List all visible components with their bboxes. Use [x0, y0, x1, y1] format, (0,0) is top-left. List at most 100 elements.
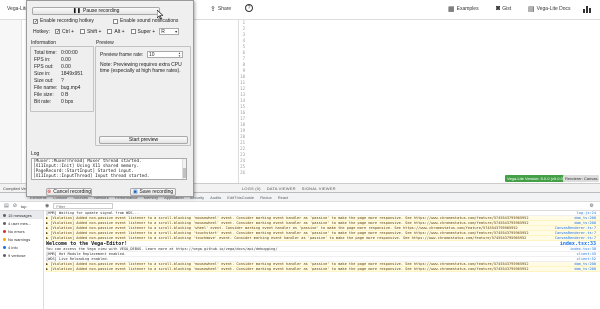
tab-audits[interactable]: Audits [210, 195, 221, 200]
preview-note: Note: Previewing requires extra CPU time… [100, 62, 182, 74]
console-sidebar-item[interactable]: 4 user mes... [0, 219, 43, 227]
console-sidebar-label: 15 messages [8, 212, 32, 218]
mode-dropdown[interactable]: Vega-Lite [7, 6, 28, 12]
save-recording-button[interactable]: ▣ Save recording [130, 188, 176, 196]
console-message-text: ▶ [Violation] Added non-passive event li… [46, 221, 529, 225]
app-name: Vega-Lite [7, 6, 29, 12]
info-row: File name: bug.mp4 [34, 84, 83, 91]
info-row: Size out:? [34, 77, 83, 84]
save-icon: ▣ [132, 189, 138, 195]
info-row: Bit rate: 0 bps [34, 98, 83, 105]
message-type-icon [3, 253, 6, 257]
info-value: 0.00 [61, 56, 71, 63]
console-sidebar-item[interactable]: 15 messages [0, 211, 43, 219]
console-sidebar-item[interactable]: No warnings [0, 235, 43, 243]
recorder-log[interactable]: [Muxer::MuxerThread] Muxer thread starte… [31, 158, 187, 180]
shift-checkbox[interactable] [80, 29, 86, 34]
enable-hotkey-checkbox[interactable]: ✓ Enable recording hotkey [33, 18, 94, 24]
help-button[interactable]: ? [245, 4, 253, 12]
message-type-icon [3, 221, 6, 225]
share-button[interactable]: ⇪ Share [210, 5, 231, 13]
enable-hotkey-label: Enable recording hotkey [40, 18, 94, 24]
eye-icon[interactable]: ◉ [45, 203, 49, 209]
console-sidebar-item[interactable]: 4 info [0, 243, 43, 251]
examples-button[interactable]: ▦ Examples [448, 5, 479, 13]
mouse-cursor-icon [156, 9, 164, 20]
ctrl-checkbox[interactable]: ✓ [54, 29, 60, 35]
preview-rate-spinbox[interactable]: 10 ▲ ▼ [147, 51, 183, 58]
enable-sound-checkbox[interactable]: Enable sound notifications [113, 18, 178, 24]
context-select[interactable]: top [21, 204, 41, 209]
console-sidebar: 15 messages 4 user mes... No errors No warn… [0, 211, 44, 309]
scroll-thumb[interactable] [183, 168, 186, 178]
start-preview-label: Start preview [128, 137, 159, 143]
start-preview-button[interactable]: Start preview [99, 136, 188, 144]
console-message-text: ▶ [Violation] Added non-passive event li… [46, 267, 529, 271]
chevron-down-icon: ▾ [175, 29, 178, 34]
log-line: [X11Input::InputThread] Input thread sta… [33, 174, 150, 179]
console-toolbar: ▤ ⊘ top ◉ ⚙ [0, 202, 600, 211]
preview-rate-label: Preview frame rate: [100, 52, 144, 58]
info-key: File size: [34, 91, 54, 98]
tab-logs[interactable]: LOGS (0) [242, 186, 261, 191]
tab-redux[interactable]: Redux [260, 195, 272, 200]
save-label: Save recording [139, 189, 174, 195]
info-key: Total time: [34, 49, 57, 56]
console-sidebar-item[interactable]: 9 verbose [0, 251, 43, 259]
console-sidebar-item[interactable]: No errors [0, 227, 43, 235]
share-icon: ⇪ [210, 6, 216, 13]
console-message-text: You can access the Vega view with VEGA_D… [46, 247, 278, 251]
console-source-link[interactable]: dom_ts:200 [572, 267, 596, 271]
cancel-recording-button[interactable]: ⊗ Cancel recording [46, 188, 92, 196]
info-key: FPS in: [34, 56, 51, 63]
info-row: File size: 0 B [34, 91, 83, 98]
console-filter-input[interactable] [53, 203, 114, 209]
checkbox-box [113, 18, 118, 24]
console-message-text: [WDS] Live Reloading enabled. [46, 257, 109, 261]
cancel-label: Cancel recording [53, 189, 92, 195]
super-label: Super + [137, 28, 156, 35]
log-scrollbar[interactable] [182, 159, 186, 179]
info-list: Total time: 0:00:00 FPS in: 0.00 FPS out: 0.0… [34, 49, 83, 105]
hotkey-key-value: R [161, 28, 165, 35]
line-number: 26 [240, 170, 245, 175]
tab-data-viewer[interactable]: DATA VIEWER [267, 186, 296, 191]
console-message-text: ▶ [Violation] Added non-passive event li… [46, 226, 518, 230]
info-value: bug.mp4 [61, 84, 81, 91]
preview-group: Preview frame rate: 10 ▲ ▼ Note: Previewi… [95, 46, 191, 146]
sidebar-toggle-icon[interactable]: ▤ [4, 203, 9, 209]
tab-signal-viewer[interactable]: SIGNAL VIEWER [302, 186, 336, 191]
console-sidebar-label: 9 verbose [8, 252, 26, 258]
tab-editthiscookie[interactable]: EditThisCookie [227, 195, 254, 200]
hotkey-row: Hotkey: ✓ Ctrl + Shift + Alt + Super + R… [33, 28, 180, 35]
info-row: Size in: 1849x951 [34, 70, 83, 77]
compiled-label: Compiled Veg [3, 186, 28, 191]
renderer-badge[interactable]: Renderer: Canvas [563, 175, 600, 182]
info-value: 0:00:00 [61, 49, 78, 56]
devtools-panel: Elements Console Sources Network Perform… [0, 192, 600, 309]
tab-react[interactable]: React [278, 195, 288, 200]
visualization-pane [238, 20, 600, 183]
super-checkbox[interactable] [130, 29, 136, 34]
hotkey-key-select[interactable]: R ▾ [159, 28, 180, 35]
console-message[interactable]: ▶ [Violation] Added non-passive event li… [46, 267, 600, 272]
gist-button[interactable]: ◙ Gist [496, 5, 511, 12]
alt-checkbox[interactable] [107, 29, 113, 34]
settings-gear-icon[interactable]: ⚙ [590, 203, 594, 209]
spec-editor-gutter [0, 20, 22, 183]
book-icon: ▤ [528, 6, 535, 13]
info-row: FPS out: 0.00 [34, 63, 83, 70]
alt-label: Alt + [114, 28, 125, 35]
console-sidebar-label: 4 user mes... [8, 220, 32, 226]
spin-arrows-icon: ▲ ▼ [178, 50, 181, 58]
checkbox-box: ✓ [33, 18, 39, 25]
docs-label: Vega-Lite Docs [536, 6, 571, 12]
console-sidebar-label: No errors [8, 228, 25, 234]
version-badge: Vega-Lite Version: 5.0.0 (v5.0.0) [505, 175, 567, 182]
pause-recording-button[interactable]: ❚❚ Pause recording [32, 7, 160, 15]
info-key: Bit rate: [34, 98, 52, 105]
bottom-tabs: LOGS (0) DATA VIEWER SIGNAL VIEWER [238, 183, 600, 192]
clear-console-icon[interactable]: ⊘ [13, 203, 17, 209]
log-title: Log [31, 151, 40, 157]
docs-button[interactable]: ▤ Vega-Lite Docs [528, 5, 571, 13]
